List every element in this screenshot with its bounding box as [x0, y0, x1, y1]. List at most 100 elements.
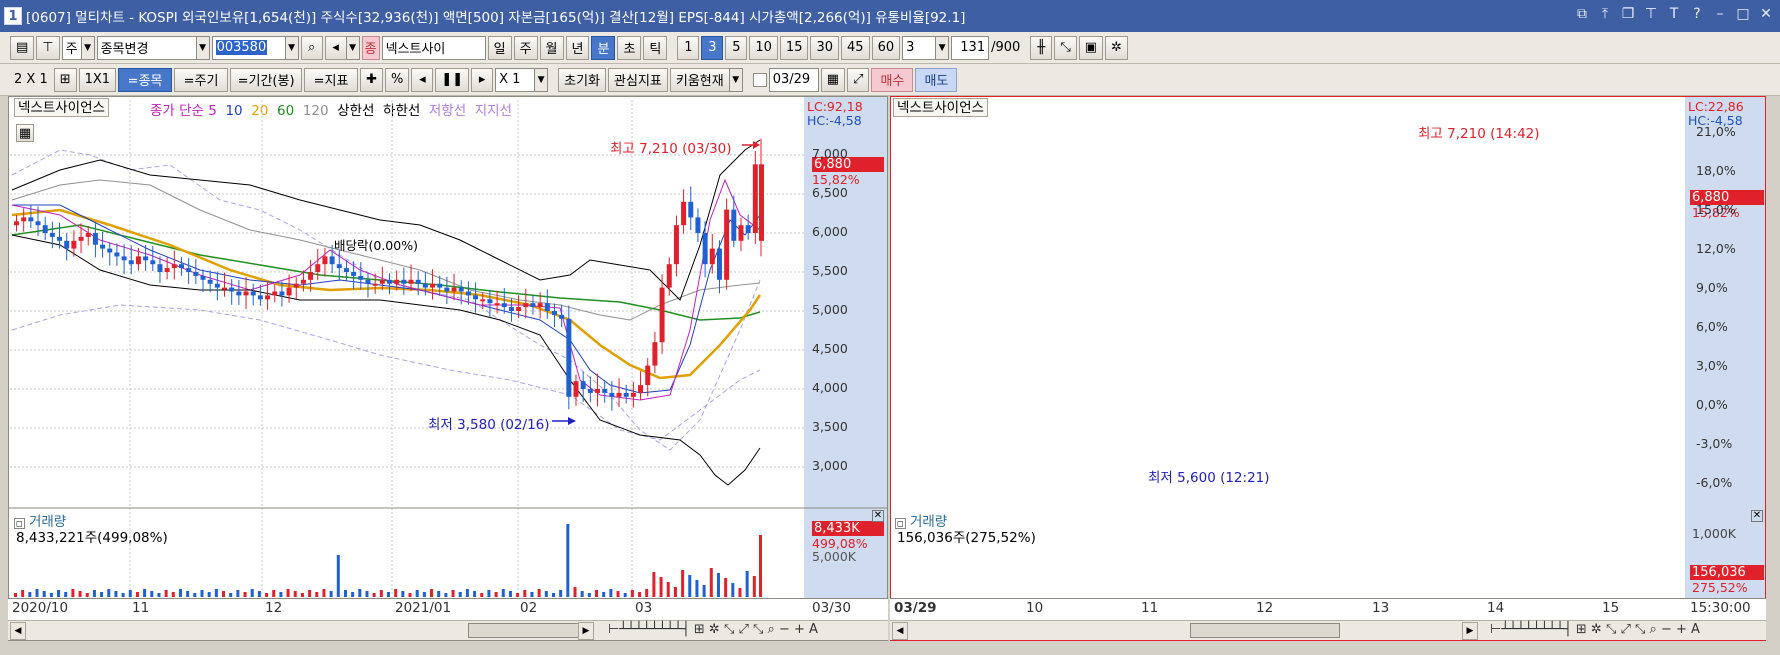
candle-body: [329, 256, 335, 265]
candle-body: [551, 311, 557, 315]
volume-bar: [752, 576, 756, 597]
candle-body: [207, 279, 213, 284]
scroll-right-arrow-icon[interactable]: ▶: [578, 622, 594, 640]
candle-body: [128, 260, 134, 265]
volume-bar: [609, 589, 613, 597]
right-scroll-thumb[interactable]: [1190, 623, 1340, 638]
volume-bar: [523, 590, 527, 597]
volume-bar: [293, 591, 297, 597]
y-tick-label: -3,0%: [1696, 436, 1733, 451]
volume-bar: [300, 593, 304, 597]
candle-body: [759, 164, 764, 241]
volume-bar: [573, 587, 577, 597]
right-low-label: 최저 5,600 (12:21): [1148, 470, 1270, 486]
candle-body: [422, 283, 428, 288]
candle-body: [85, 233, 91, 237]
volume-bar: [494, 592, 498, 597]
volume-bar: [351, 592, 355, 597]
upper-band-line: [11, 139, 761, 301]
x-tick-label: 14: [1487, 600, 1505, 616]
volume-bar: [135, 592, 139, 597]
candle-body: [752, 164, 758, 233]
candle-body: [100, 244, 106, 249]
y-tick-label: 3,0%: [1696, 358, 1728, 373]
volume-bar: [128, 590, 132, 597]
volume-bar: [731, 583, 735, 597]
candle-body: [530, 303, 536, 308]
volume-bar: [666, 582, 670, 597]
volume-bar: [444, 593, 448, 597]
candle-body: [738, 225, 744, 241]
candle-body: [681, 201, 687, 226]
volume-bar: [243, 592, 247, 597]
left-scrollbar[interactable]: ◀ ▶ ⊢┴┴┴┴┴┴┴┴┤ ⊞ ✲ ⤡ ⤢ ⤡ ⌕ − + A: [8, 620, 888, 640]
volume-bar: [437, 591, 441, 597]
candle-body: [186, 268, 192, 272]
candle-body: [257, 295, 263, 300]
volume-bar: [595, 590, 599, 597]
volume-bar: [329, 591, 333, 597]
candle-body: [107, 248, 113, 253]
volume-bar: [566, 524, 570, 597]
volume-bar: [551, 593, 555, 597]
volume-bar: [107, 589, 111, 597]
right-scrollbar[interactable]: ◀ ▶ ⊢┴┴┴┴┴┴┴┴┤ ⊞ ✲ ⤡ ⤢ ⤡ ⌕ − + A: [890, 620, 1766, 640]
candle-body: [695, 217, 701, 233]
volume-bar: [236, 590, 240, 597]
candle-body: [358, 275, 364, 280]
x-tick-label: 2021/01: [395, 600, 452, 616]
volume-bar: [229, 593, 233, 597]
right-stock-tab[interactable]: 넥스트사이언스: [893, 98, 988, 117]
candle-body: [430, 283, 436, 288]
close-pane-icon[interactable]: ✕: [1751, 510, 1763, 522]
volume-bar: [401, 591, 405, 597]
close-pane-icon[interactable]: ✕: [872, 510, 884, 522]
candle-body: [716, 248, 722, 280]
right-vol-tick: 1,000K: [1692, 526, 1736, 541]
candle-body: [501, 303, 507, 308]
candle-body: [164, 268, 170, 272]
candle-body: [630, 392, 636, 397]
volume-bar: [207, 592, 211, 597]
right-x-axis: [890, 598, 1766, 620]
right-lc-label: LC:22,86: [1688, 99, 1744, 114]
y-tick-label: 4,500: [812, 341, 848, 356]
candle-body: [157, 264, 163, 272]
candle-body: [616, 392, 622, 397]
left-vol-badge: 8,433K: [812, 521, 884, 536]
volume-bar: [150, 591, 154, 597]
volume-bar: [286, 589, 290, 597]
volume-bar: [544, 591, 548, 597]
left-scroll-tools[interactable]: ⊢┴┴┴┴┴┴┴┴┤ ⊞ ✲ ⤡ ⤢ ⤡ ⌕ − + A: [608, 622, 818, 637]
scroll-left-arrow-icon[interactable]: ◀: [892, 622, 908, 640]
volume-bar: [222, 591, 226, 597]
volume-bar: [365, 591, 369, 597]
candle-body: [580, 381, 586, 389]
candle-body: [300, 279, 306, 284]
candle-body: [57, 236, 63, 241]
volume-bar: [745, 571, 749, 597]
left-high-label: 최고 7,210 (03/30): [610, 141, 732, 157]
candle-body: [193, 272, 199, 276]
right-scroll-tools[interactable]: ⊢┴┴┴┴┴┴┴┴┤ ⊞ ✲ ⤡ ⤢ ⤡ ⌕ − + A: [1490, 622, 1700, 637]
candle-body: [272, 291, 278, 296]
volume-bar: [623, 593, 627, 597]
volume-bar: [21, 590, 25, 597]
volume-bar: [537, 589, 541, 597]
scroll-left-arrow-icon[interactable]: ◀: [10, 622, 26, 640]
x-tick-label: 02: [520, 600, 538, 616]
candle-body: [609, 392, 615, 397]
dividend-label: 배당락(0.00%): [334, 238, 418, 253]
volume-bar: [265, 593, 269, 597]
volume-bar: [171, 592, 175, 597]
left-scroll-thumb[interactable]: [468, 623, 588, 638]
candle-body: [143, 256, 149, 261]
volume-bar: [681, 570, 685, 597]
candle-body: [415, 279, 421, 284]
volume-bar: [143, 589, 147, 597]
volume-bar: [602, 592, 606, 597]
volume-bar: [530, 592, 534, 597]
candle-body: [724, 209, 730, 280]
volume-bar: [458, 592, 462, 597]
scroll-right-arrow-icon[interactable]: ▶: [1462, 622, 1478, 640]
